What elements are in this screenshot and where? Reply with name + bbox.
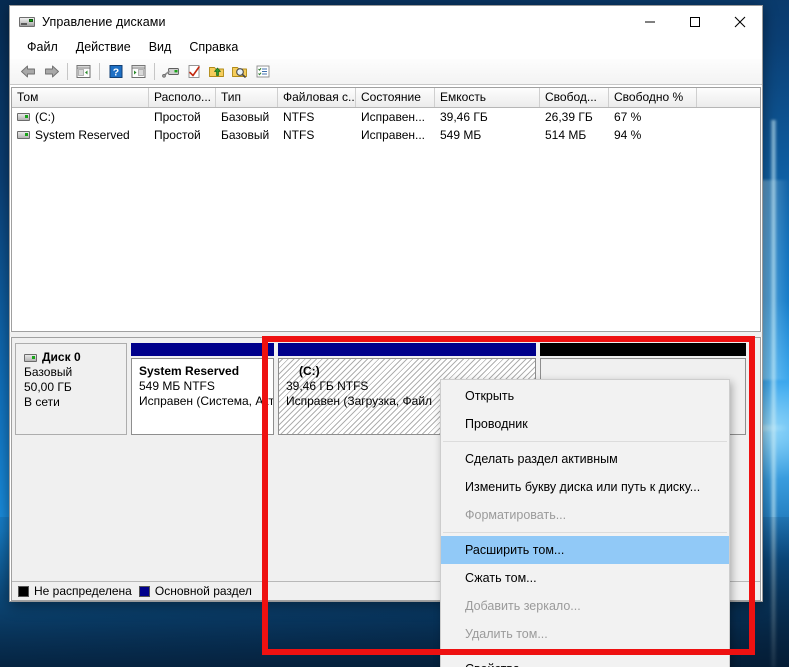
help-icon[interactable]: ?	[104, 61, 127, 83]
rescan-disks-icon[interactable]	[159, 61, 182, 83]
check-mark-icon[interactable]	[182, 61, 205, 83]
ctx-separator-1	[443, 441, 727, 442]
title-bar: Управление дисками	[10, 6, 762, 37]
disk-icon	[24, 353, 37, 362]
disk-status: В сети	[24, 395, 60, 409]
column-header-free-space[interactable]: Свобод...	[540, 88, 609, 107]
table-row[interactable]: System Reserved Простой Базовый NTFS Исп…	[12, 126, 760, 144]
menu-help[interactable]: Справка	[181, 38, 246, 57]
menu-bar: Файл Действие Вид Справка	[10, 37, 762, 59]
volume-list-body: (C:) Простой Базовый NTFS Исправен... 39…	[12, 108, 760, 331]
ctx-change-drive-letter[interactable]: Изменить букву диска или путь к диску...	[441, 473, 729, 501]
ctx-properties[interactable]: Свойства	[441, 655, 729, 667]
disk-size: 50,00 ГБ	[24, 380, 72, 394]
cell-volume-name: (C:)	[35, 110, 55, 124]
ctx-extend-volume[interactable]: Расширить том...	[441, 536, 729, 564]
cell-type: Базовый	[221, 128, 270, 142]
cell-status: Исправен...	[361, 128, 426, 142]
partition-status: Исправен (Система, Акти	[139, 394, 274, 408]
maximize-button[interactable]	[672, 6, 717, 37]
menu-view[interactable]: Вид	[141, 38, 180, 57]
menu-file[interactable]: Файл	[19, 38, 66, 57]
cell-capacity: 39,46 ГБ	[440, 110, 488, 124]
cell-layout: Простой	[154, 110, 201, 124]
cell-free-space: 26,39 ГБ	[545, 110, 593, 124]
menu-action[interactable]: Действие	[68, 38, 139, 57]
cell-free-space: 514 МБ	[545, 128, 587, 142]
legend-swatch-primary	[138, 585, 150, 597]
ctx-delete-volume: Удалить том...	[465, 627, 548, 641]
column-header-filesystem[interactable]: Файловая с...	[278, 88, 356, 107]
partition-details: System Reserved 549 МБ NTFS Исправен (Си…	[131, 358, 274, 435]
volume-icon	[17, 131, 30, 139]
properties-search-icon[interactable]	[228, 61, 251, 83]
column-header-capacity[interactable]: Емкость	[435, 88, 540, 107]
toolbar-separator-3	[154, 63, 155, 80]
cell-volume-name: System Reserved	[35, 128, 130, 142]
cell-capacity: 549 МБ	[440, 128, 482, 142]
partition-size-fs: 549 МБ NTFS	[139, 379, 215, 393]
cell-filesystem: NTFS	[283, 128, 315, 142]
legend-swatch-unallocated	[18, 585, 29, 597]
list-view-icon[interactable]	[251, 61, 274, 83]
cell-layout: Простой	[154, 128, 201, 142]
toolbar-separator-1	[67, 63, 68, 80]
minimize-button[interactable]	[627, 6, 672, 37]
window-controls	[627, 6, 762, 37]
ctx-add-mirror: Добавить зеркало...	[465, 599, 581, 613]
window-title: Управление дисками	[42, 14, 166, 29]
cell-filesystem: NTFS	[283, 110, 315, 124]
volume-list-pane: Том Располо... Тип Файловая с... Состоян…	[11, 87, 761, 332]
column-header-type[interactable]: Тип	[216, 88, 278, 107]
partition-system-reserved[interactable]: System Reserved 549 МБ NTFS Исправен (Си…	[131, 343, 274, 435]
ctx-format: Форматировать...	[465, 508, 567, 522]
back-arrow-icon[interactable]	[17, 61, 40, 83]
volume-icon	[17, 113, 30, 121]
disk-management-icon	[19, 14, 35, 30]
column-header-status[interactable]: Состояние	[356, 88, 435, 107]
toolbar-separator-2	[99, 63, 100, 80]
close-button[interactable]	[717, 6, 762, 37]
cell-status: Исправен...	[361, 110, 426, 124]
svg-text:?: ?	[112, 66, 118, 78]
volume-list-header: Том Располо... Тип Файловая с... Состоян…	[12, 88, 760, 108]
ctx-separator-3	[443, 651, 727, 652]
disk-info-panel[interactable]: Диск 0 Базовый 50,00 ГБ В сети	[15, 343, 127, 435]
ctx-explore[interactable]: Проводник	[441, 410, 729, 438]
cell-type: Базовый	[221, 110, 270, 124]
partition-capacity-bar	[131, 343, 274, 356]
cell-free-percent: 94 %	[614, 128, 642, 142]
disk-type: Базовый	[24, 365, 73, 379]
show-hide-console-tree-icon[interactable]	[72, 61, 95, 83]
disk-title: Диск 0	[42, 350, 81, 364]
table-row[interactable]: (C:) Простой Базовый NTFS Исправен... 39…	[12, 108, 760, 126]
context-menu: Открыть Проводник Сделать раздел активны…	[440, 379, 730, 667]
partition-capacity-bar	[278, 343, 536, 356]
partition-capacity-bar	[540, 343, 746, 356]
show-action-pane-icon[interactable]	[127, 61, 150, 83]
ctx-separator-2	[443, 532, 727, 533]
toolbar: ?	[10, 59, 762, 85]
partition-name: (C:)	[299, 364, 320, 378]
column-header-empty[interactable]	[697, 88, 759, 107]
column-header-free-percent[interactable]: Свободно %	[609, 88, 697, 107]
legend-label-primary: Основной раздел	[154, 584, 252, 598]
legend-label-unallocated: Не распределена	[34, 584, 132, 598]
create-volume-icon[interactable]	[205, 61, 228, 83]
forward-arrow-icon[interactable]	[40, 61, 63, 83]
legend-primary-partition: Основной раздел	[138, 584, 252, 598]
cell-free-percent: 67 %	[614, 110, 642, 124]
column-header-layout[interactable]: Располо...	[149, 88, 216, 107]
ctx-open[interactable]: Открыть	[441, 382, 729, 410]
column-header-volume[interactable]: Том	[12, 88, 149, 107]
ctx-mark-partition-active[interactable]: Сделать раздел активным	[441, 445, 729, 473]
ctx-shrink-volume[interactable]: Сжать том...	[441, 564, 729, 592]
partition-name: System Reserved	[139, 364, 240, 378]
legend-unallocated: Не распределена	[18, 584, 132, 598]
